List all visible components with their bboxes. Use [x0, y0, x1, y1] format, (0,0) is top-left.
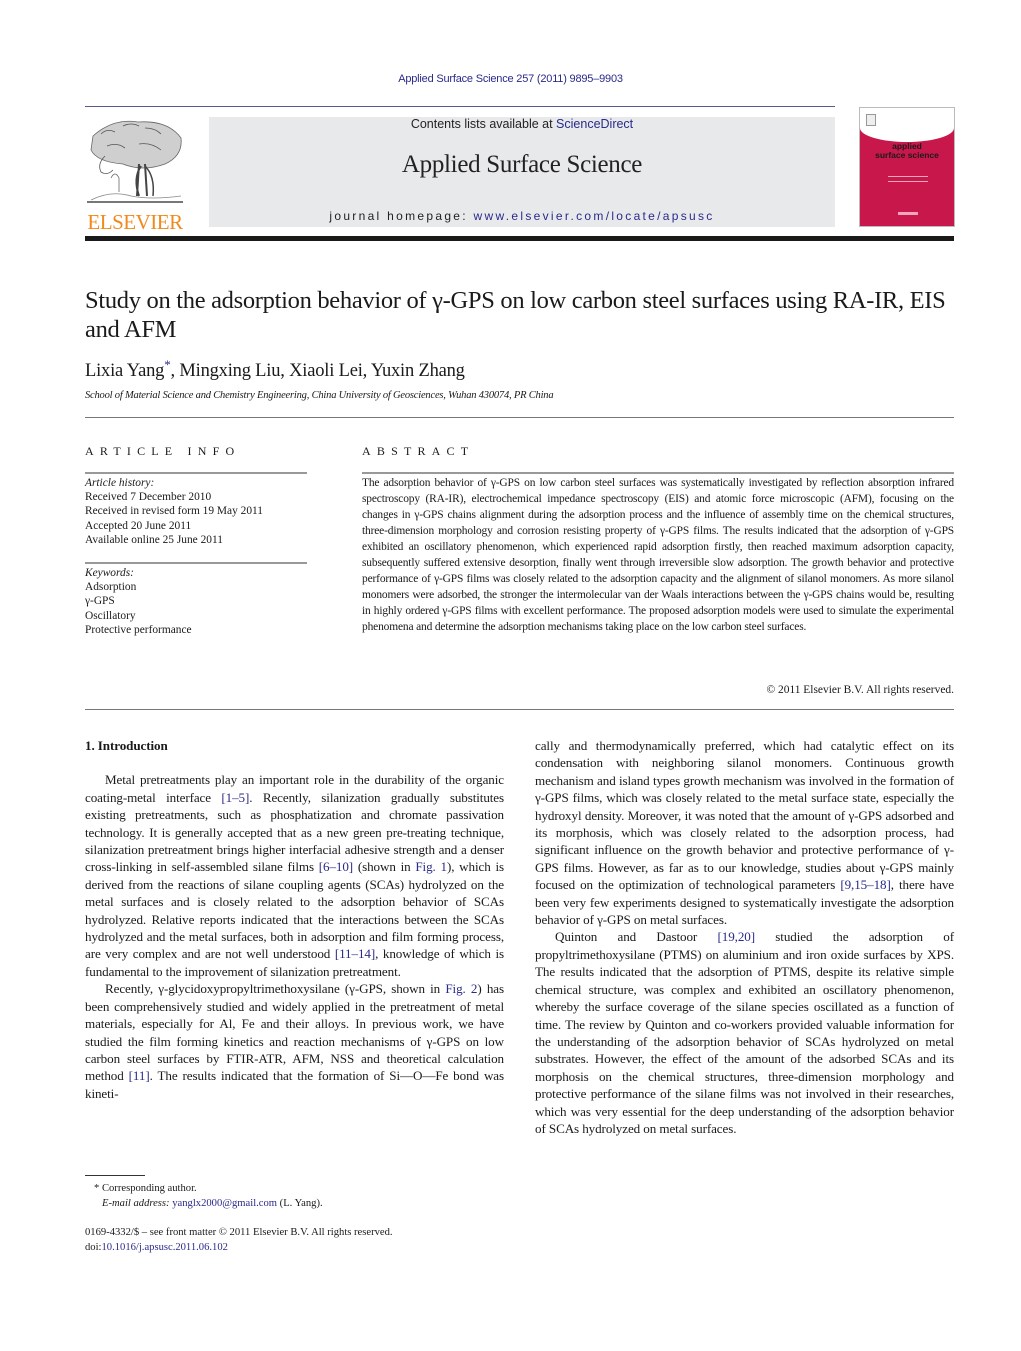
cover-footer-mark [898, 212, 918, 215]
elsevier-tree-icon [87, 120, 183, 203]
affiliation-divider [85, 417, 954, 418]
author-name: Yuxin Zhang [370, 361, 465, 382]
journal-homepage-link[interactable]: www.elsevier.com/locate/apsusc [474, 209, 715, 223]
body-paragraph: Quinton and Dastoor [19,20] studied the … [535, 928, 954, 1137]
journal-cover-thumbnail[interactable]: applied surface science [859, 107, 955, 227]
elsevier-wordmark: ELSEVIER [87, 210, 183, 234]
reference-link[interactable]: [11–14] [335, 946, 375, 961]
cover-subtitle-lines [888, 176, 928, 182]
keyword-item: Adsorption [85, 581, 137, 594]
article-history-label: Article history: [85, 477, 155, 489]
reference-link[interactable]: [11] [129, 1068, 150, 1083]
cover-title: applied surface science [860, 142, 954, 160]
journal-masthead: Contents lists available at ScienceDirec… [209, 117, 835, 227]
journal-homepage-line: journal homepage: www.elsevier.com/locat… [209, 209, 835, 223]
author-list: Lixia Yang*, Mingxing Liu, Xiaoli Lei, Y… [85, 357, 465, 382]
corresponding-text: Corresponding author. [99, 1183, 197, 1194]
journal-citation[interactable]: Applied Surface Science 257 (2011) 9895–… [0, 73, 1021, 85]
doi-prefix: doi: [85, 1242, 102, 1253]
abstract-bottom-divider [85, 709, 954, 710]
abstract-divider [362, 472, 954, 474]
abstract-copyright: © 2011 Elsevier B.V. All rights reserved… [766, 684, 954, 696]
reference-link[interactable]: [19,20] [718, 929, 756, 944]
article-info-divider [85, 472, 307, 474]
figure-link[interactable]: Fig. 1 [415, 859, 447, 874]
email-line: E-mail address: yanglx2000@gmail.com (L.… [85, 1196, 505, 1211]
reference-link[interactable]: [6–10] [319, 859, 353, 874]
abstract-heading: ABSTRACT [362, 444, 475, 458]
keywords-block: Keywords: Adsorption γ-GPS Oscillatory P… [85, 566, 315, 637]
author-name: Lixia Yang [85, 361, 165, 382]
sciencedirect-link[interactable]: ScienceDirect [556, 117, 633, 131]
header-divider [85, 106, 835, 107]
article-info-heading: ARTICLE INFO [85, 444, 241, 458]
author-name: Xiaoli Lei [289, 361, 363, 382]
elsevier-logo[interactable]: ELSEVIER [83, 116, 187, 234]
text-run: studied the adsorption of propyltrimetho… [535, 929, 955, 1136]
keyword-item: Oscillatory [85, 609, 136, 622]
corresponding-line: * Corresponding author. [85, 1181, 505, 1196]
journal-name: Applied Surface Science [401, 151, 643, 178]
affiliation: School of Material Science and Chemistry… [85, 390, 554, 401]
doi-link[interactable]: 10.1016/j.apsusc.2011.06.102 [101, 1242, 227, 1253]
header-thick-divider [85, 236, 954, 241]
history-item: Available online 25 June 2011 [85, 533, 223, 546]
footnote-divider [85, 1175, 145, 1176]
history-item: Received 7 December 2010 [85, 491, 212, 504]
reference-link[interactable]: [9,15–18] [840, 877, 890, 892]
abstract-text: The adsorption behavior of γ-GPS on low … [362, 477, 954, 633]
cover-elsevier-icon [866, 114, 876, 126]
contents-line: Contents lists available at ScienceDirec… [209, 117, 835, 131]
article-history: Article history: Received 7 December 201… [85, 476, 315, 547]
keyword-item: γ-GPS [85, 595, 115, 608]
text-run: Quinton and Dastoor [555, 929, 718, 945]
author-name: Mingxing Liu [179, 361, 281, 382]
keyword-item: Protective performance [85, 623, 192, 636]
email-suffix: (L. Yang). [277, 1198, 323, 1209]
author-separator: , [362, 361, 371, 382]
author-separator: , [280, 361, 290, 382]
history-item: Received in revised form 19 May 2011 [85, 505, 263, 518]
figure-link[interactable]: Fig. 2 [445, 981, 477, 996]
text-run: cally and thermodynamically preferred, w… [535, 738, 954, 893]
email-label: E-mail address: [102, 1198, 170, 1209]
section-heading-introduction: 1. Introduction [85, 738, 168, 753]
contents-prefix: Contents lists available at [410, 117, 557, 131]
body-column-right: cally and thermodynamically preferred, w… [535, 737, 954, 1137]
text-run: Recently, γ-glycidoxypropyltrimethoxysil… [105, 981, 446, 997]
cover-title-line2: surface science [875, 150, 939, 160]
body-paragraph: Metal pretreatments play an important ro… [85, 771, 504, 980]
keywords-label: Keywords: [85, 567, 134, 579]
body-paragraph: Recently, γ-glycidoxypropyltrimethoxysil… [85, 980, 504, 1102]
reference-link[interactable]: [1–5] [221, 790, 249, 805]
body-paragraph: cally and thermodynamically preferred, w… [535, 737, 954, 928]
history-item: Accepted 20 June 2011 [85, 519, 192, 532]
text-run: (shown in [353, 859, 416, 875]
email-link[interactable]: yanglx2000@gmail.com [172, 1198, 277, 1209]
article-title: Study on the adsorption behavior of γ-GP… [85, 287, 946, 343]
front-matter-copyright: 0169-4332/$ – see front matter © 2011 El… [85, 1227, 393, 1238]
corresponding-author-footnote: * Corresponding author. E-mail address: … [85, 1181, 505, 1211]
homepage-prefix: journal homepage: [329, 209, 474, 223]
keywords-divider [85, 562, 307, 564]
front-matter: 0169-4332/$ – see front matter © 2011 El… [85, 1225, 505, 1255]
body-column-left: 1. Introduction Metal pretreatments play… [85, 737, 504, 1102]
doi-line: doi:10.1016/j.apsusc.2011.06.102 [85, 1240, 505, 1255]
